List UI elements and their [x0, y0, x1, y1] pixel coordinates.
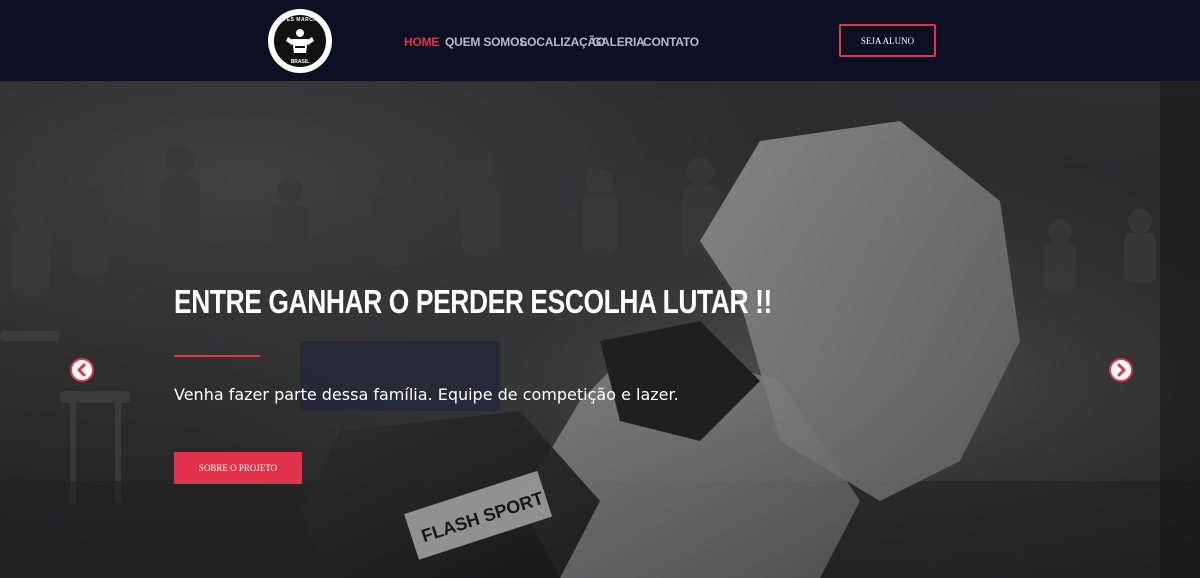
nav-home[interactable]: HOME — [404, 33, 439, 51]
chevron-right-icon — [1117, 363, 1126, 377]
hero-overlay — [0, 81, 1200, 578]
sobre-o-projeto-button[interactable]: SOBRE O PROJETO — [174, 452, 302, 484]
chevron-left-icon — [77, 363, 86, 377]
logo-bottom-text: BRASIL — [290, 59, 310, 65]
hero-divider — [174, 355, 260, 357]
site-header: ARTES MARCIAIS BRASIL HOME QUEM SOMOS LO… — [0, 0, 1200, 81]
nav-quem-somos[interactable]: QUEM SOMOS — [445, 33, 527, 51]
nav-galeria[interactable]: GALERIA — [592, 33, 645, 51]
site-logo[interactable]: ARTES MARCIAIS BRASIL — [268, 9, 332, 73]
nav-contato-label[interactable]: CONTATO — [643, 35, 699, 49]
nav-contato[interactable]: CONTATO — [643, 33, 699, 51]
nav-home-label[interactable]: HOME — [404, 35, 439, 49]
nav-galeria-label[interactable]: GALERIA — [592, 35, 645, 49]
slider-prev-button[interactable] — [70, 358, 94, 382]
slider-next-button[interactable] — [1109, 358, 1133, 382]
hero-subtext: Venha fazer parte dessa família. Equipe … — [174, 385, 679, 404]
nav-quem-somos-label[interactable]: QUEM SOMOS — [445, 35, 527, 49]
hero-headline: ENTRE GANHAR O PERDER ESCOLHA LUTAR !! — [174, 283, 772, 320]
hero-slider: FLASH SPORT ENTRE GANHAR O PERDER ESCOLH… — [0, 81, 1200, 578]
seja-aluno-button[interactable]: SEJA ALUNO — [839, 24, 936, 57]
logo-emblem: ARTES MARCIAIS BRASIL — [272, 13, 328, 69]
